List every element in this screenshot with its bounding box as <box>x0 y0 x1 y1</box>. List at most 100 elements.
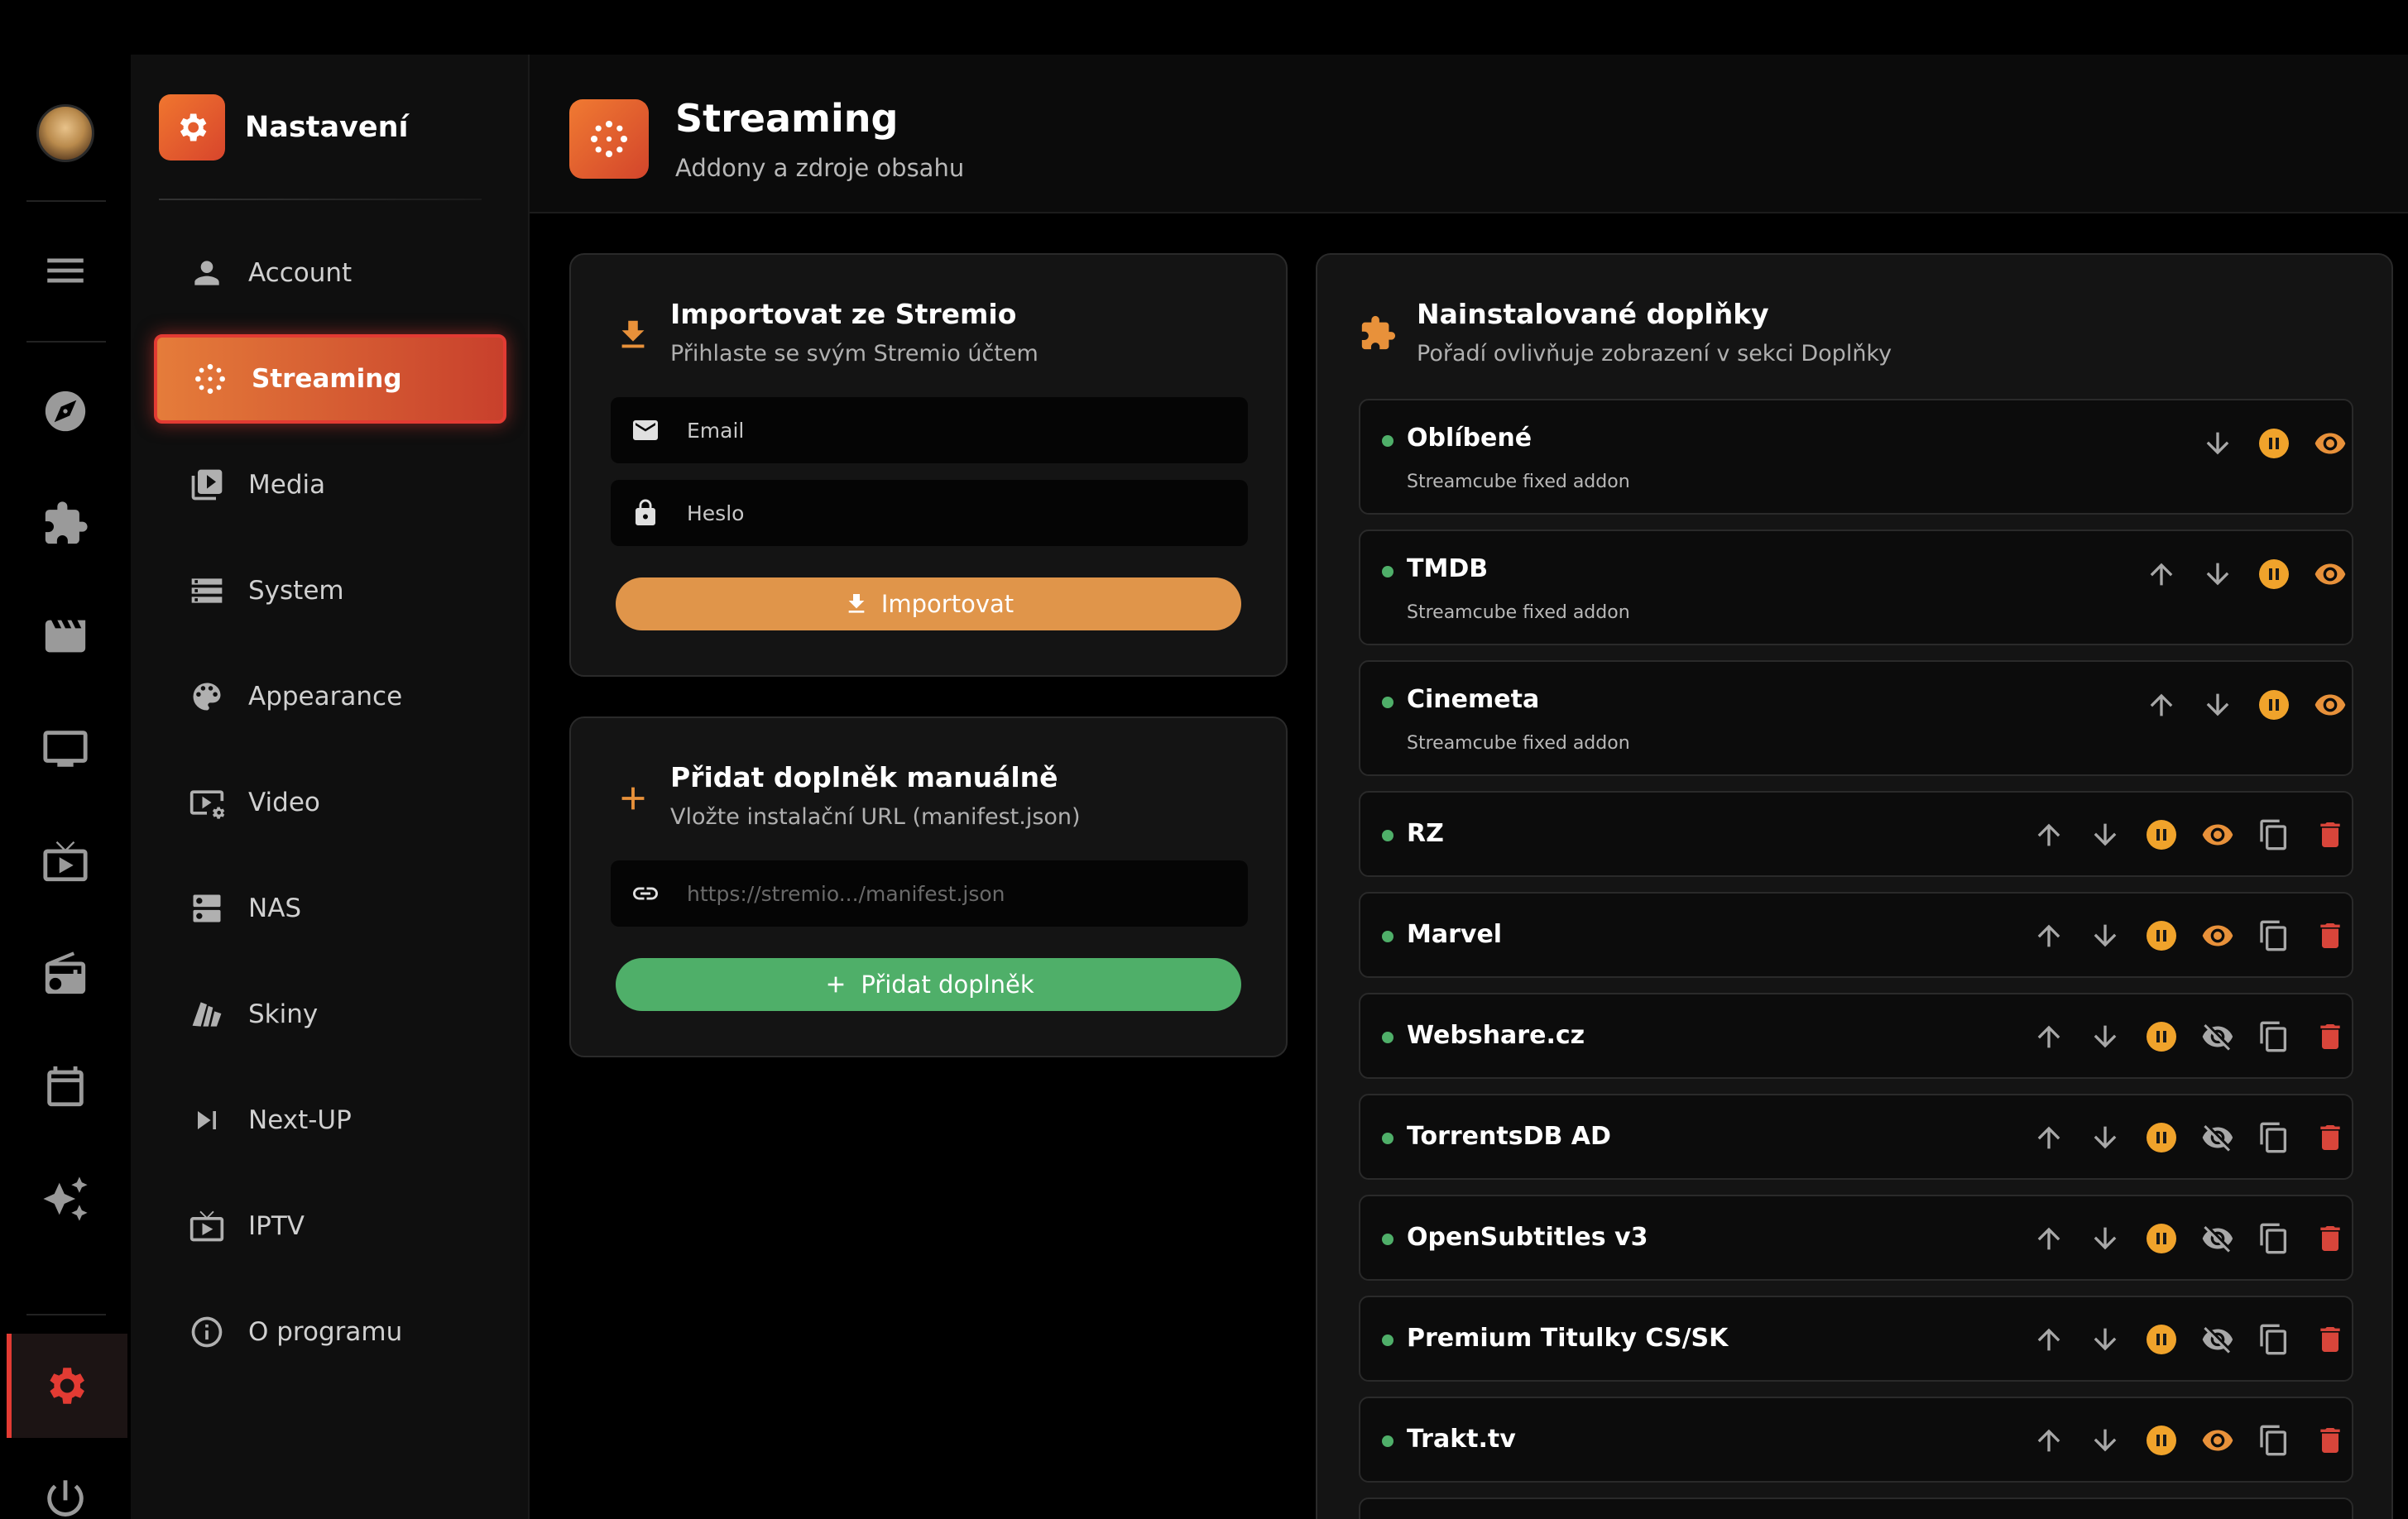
move-up-button[interactable] <box>2029 1320 2069 1359</box>
pause-button[interactable] <box>2142 815 2181 855</box>
delete-button[interactable] <box>2310 1118 2350 1157</box>
settings-logo-icon <box>159 94 225 161</box>
delete-button[interactable] <box>2310 916 2350 956</box>
status-dot <box>1382 1335 1393 1346</box>
power-icon[interactable] <box>36 1469 94 1519</box>
copy-button[interactable] <box>2254 815 2294 855</box>
sidebar-item-appearance[interactable]: Appearance <box>154 652 506 741</box>
manifest-url-input[interactable]: https://stremio.../manifest.json <box>611 860 1248 927</box>
move-down-button[interactable] <box>2198 685 2238 725</box>
tv-icon[interactable] <box>36 720 94 778</box>
sidebar-item-media[interactable]: Media <box>154 440 506 529</box>
rail-divider <box>26 341 106 343</box>
sparkle-icon[interactable] <box>36 1170 94 1228</box>
addon-row: Trakt.tv <box>1359 1397 2353 1483</box>
user-avatar[interactable] <box>36 104 94 162</box>
copy-button[interactable] <box>2254 1219 2294 1258</box>
move-down-button[interactable] <box>2198 554 2238 594</box>
settings-icon[interactable] <box>36 1357 94 1415</box>
delete-button[interactable] <box>2310 1017 2350 1057</box>
sidebar-item-nas[interactable]: NAS <box>154 864 506 953</box>
copy-button[interactable] <box>2254 1421 2294 1460</box>
status-dot <box>1382 931 1393 942</box>
move-down-button[interactable] <box>2085 815 2125 855</box>
delete-button[interactable] <box>2310 815 2350 855</box>
card-title: Nainstalované doplňky <box>1417 298 1769 330</box>
move-up-button[interactable] <box>2029 1118 2069 1157</box>
delete-button[interactable] <box>2310 1320 2350 1359</box>
radio-icon[interactable] <box>36 945 94 1003</box>
pause-button[interactable] <box>2254 424 2294 463</box>
sidebar-item-iptv[interactable]: IPTV <box>154 1181 506 1271</box>
card-title: Přidat doplněk manuálně <box>670 761 1058 793</box>
pause-button[interactable] <box>2254 554 2294 594</box>
sidebar-item-video[interactable]: Video <box>154 758 506 847</box>
addon-row: OpenSubtitles v3 <box>1359 1195 2353 1281</box>
status-dot <box>1382 1234 1393 1245</box>
sidebar-item-streaming[interactable]: Streaming <box>154 334 506 424</box>
move-up-button[interactable] <box>2029 916 2069 956</box>
visibility-button[interactable] <box>2198 916 2238 956</box>
pause-icon <box>2259 690 2289 720</box>
pause-button[interactable] <box>2142 1118 2181 1157</box>
sidebar-item-account[interactable]: Account <box>154 228 506 318</box>
add-addon-button-label: Přidat doplněk <box>861 970 1034 999</box>
visibility-button[interactable] <box>2198 1118 2238 1157</box>
move-down-button[interactable] <box>2085 1421 2125 1460</box>
add-addon-button[interactable]: Přidat doplněk <box>616 958 1241 1011</box>
sidebar-item-next-up[interactable]: Next-UP <box>154 1076 506 1165</box>
addon-name: Premium Titulky CS/SK <box>1407 1324 1729 1353</box>
import-button[interactable]: Importovat <box>616 577 1241 630</box>
sidebar-item-skiny[interactable]: Skiny <box>154 970 506 1059</box>
movies-icon[interactable] <box>36 607 94 665</box>
password-field[interactable]: Heslo <box>611 480 1248 546</box>
visibility-button[interactable] <box>2198 1219 2238 1258</box>
move-down-button[interactable] <box>2198 424 2238 463</box>
compass-icon[interactable] <box>36 382 94 440</box>
visibility-button[interactable] <box>2310 554 2350 594</box>
manual-addon-card: Přidat doplněk manuálně Vložte instalačn… <box>569 716 1288 1057</box>
pause-button[interactable] <box>2142 1421 2181 1460</box>
pause-icon <box>2147 921 2176 951</box>
move-down-button[interactable] <box>2085 1017 2125 1057</box>
move-up-button[interactable] <box>2142 685 2181 725</box>
move-up-button[interactable] <box>2029 1017 2069 1057</box>
sidebar-item-system[interactable]: System <box>154 546 506 635</box>
status-dot <box>1382 1032 1393 1043</box>
pause-button[interactable] <box>2142 1320 2181 1359</box>
rail-divider <box>26 200 106 202</box>
pause-button[interactable] <box>2142 916 2181 956</box>
status-dot <box>1382 566 1393 577</box>
pause-button[interactable] <box>2142 1219 2181 1258</box>
calendar-icon[interactable] <box>36 1057 94 1115</box>
visibility-button[interactable] <box>2198 1320 2238 1359</box>
delete-button[interactable] <box>2310 1421 2350 1460</box>
delete-button[interactable] <box>2310 1219 2350 1258</box>
visibility-button[interactable] <box>2198 1017 2238 1057</box>
visibility-button[interactable] <box>2198 1421 2238 1460</box>
move-down-button[interactable] <box>2085 1118 2125 1157</box>
move-up-button[interactable] <box>2029 1219 2069 1258</box>
menu-icon[interactable] <box>36 242 94 299</box>
move-up-button[interactable] <box>2029 815 2069 855</box>
move-down-button[interactable] <box>2085 916 2125 956</box>
email-field[interactable]: Email <box>611 397 1248 463</box>
pause-button[interactable] <box>2142 1017 2181 1057</box>
move-down-button[interactable] <box>2085 1320 2125 1359</box>
move-down-button[interactable] <box>2085 1219 2125 1258</box>
visibility-button[interactable] <box>2198 815 2238 855</box>
pause-button[interactable] <box>2254 685 2294 725</box>
copy-button[interactable] <box>2254 1320 2294 1359</box>
live-tv-icon[interactable] <box>36 832 94 890</box>
copy-button[interactable] <box>2254 1017 2294 1057</box>
visibility-button[interactable] <box>2310 424 2350 463</box>
sidebar-item-about[interactable]: O programu <box>154 1287 506 1377</box>
move-up-button[interactable] <box>2029 1421 2069 1460</box>
move-up-button[interactable] <box>2142 554 2181 594</box>
copy-button[interactable] <box>2254 1118 2294 1157</box>
visibility-button[interactable] <box>2310 685 2350 725</box>
sidebar-item-label: Video <box>248 788 320 817</box>
copy-button[interactable] <box>2254 916 2294 956</box>
pause-icon <box>2147 1022 2176 1052</box>
addons-icon[interactable] <box>36 495 94 553</box>
